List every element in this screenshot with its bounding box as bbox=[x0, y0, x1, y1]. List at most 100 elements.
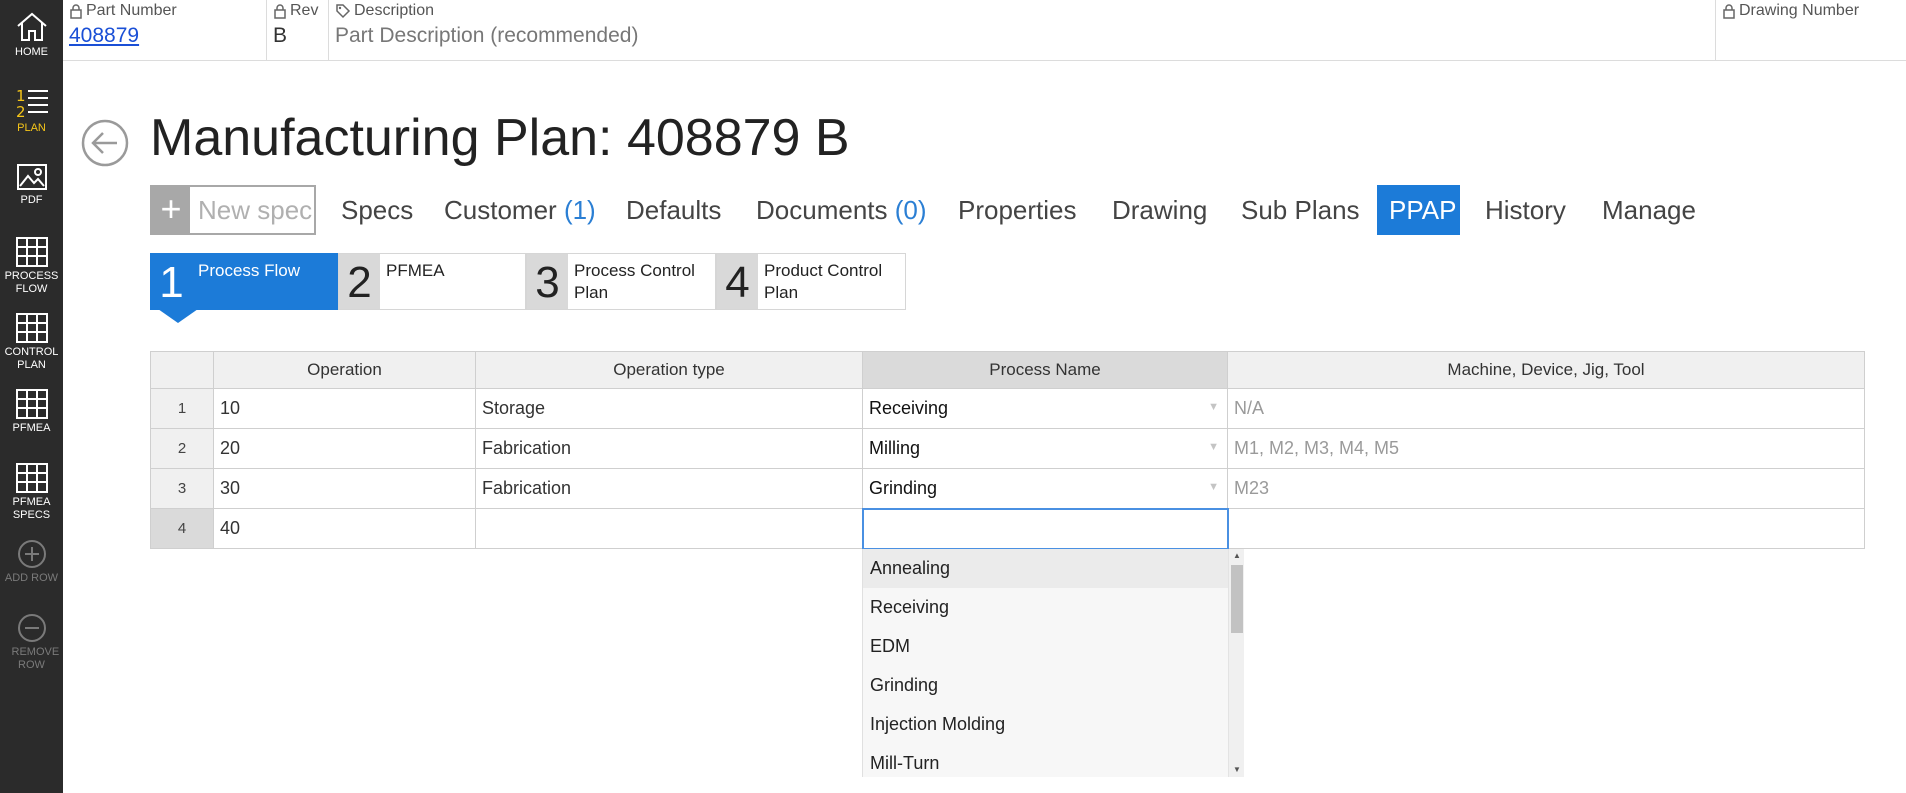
tab-sub-plans[interactable]: Sub Plans bbox=[1229, 185, 1372, 235]
process-name-dropdown: Annealing Receiving EDM Grinding Injecti… bbox=[862, 549, 1244, 777]
step-process-control-plan[interactable]: 3 Process Control Plan bbox=[526, 253, 716, 310]
tab-ppap[interactable]: PPAP bbox=[1377, 185, 1460, 235]
operation-type-cell[interactable]: Fabrication bbox=[475, 428, 863, 469]
dropdown-arrow-icon[interactable]: ▼ bbox=[1208, 401, 1219, 413]
plus-icon[interactable]: + bbox=[152, 187, 190, 233]
sidebar-item-add-row[interactable]: ADD ROW bbox=[0, 538, 63, 585]
grid-icon bbox=[15, 463, 48, 493]
page-title: Manufacturing Plan: 408879 B bbox=[150, 109, 850, 167]
tab-documents[interactable]: Documents (0) bbox=[744, 185, 939, 235]
scrollbar-thumb[interactable] bbox=[1231, 565, 1243, 633]
dropdown-arrow-icon[interactable]: ▼ bbox=[1208, 481, 1219, 493]
dropdown-arrow-icon[interactable]: ▼ bbox=[1208, 441, 1219, 453]
tab-documents-count: (0) bbox=[894, 195, 927, 225]
dropdown-option[interactable]: EDM bbox=[863, 627, 1229, 666]
lock-icon bbox=[1723, 4, 1735, 19]
grid-icon bbox=[15, 237, 48, 267]
machine-cell[interactable]: M23 bbox=[1227, 468, 1865, 509]
process-name-cell[interactable]: Receiving ▼ bbox=[862, 388, 1228, 429]
process-name-cell[interactable]: Grinding ▼ bbox=[862, 468, 1228, 509]
step-label: PFMEA bbox=[386, 261, 445, 280]
dropdown-option[interactable]: Injection Molding bbox=[863, 705, 1229, 744]
tab-specs[interactable]: Specs bbox=[329, 185, 425, 235]
column-header-operation[interactable]: Operation bbox=[213, 351, 476, 389]
sidebar-label-pfmea-specs: PFMEA SPECS bbox=[12, 496, 51, 521]
row-number[interactable]: 2 bbox=[150, 428, 214, 469]
description-input[interactable]: Part Description (recommended) bbox=[335, 24, 1709, 48]
dropdown-scrollbar[interactable]: ▲ ▼ bbox=[1228, 549, 1244, 777]
step-product-control-plan[interactable]: 4 Product Control Plan bbox=[716, 253, 906, 310]
tab-properties[interactable]: Properties bbox=[946, 185, 1089, 235]
back-arrow-icon[interactable] bbox=[81, 119, 129, 167]
operation-cell[interactable]: 30 bbox=[213, 468, 476, 509]
sidebar-label-home: HOME bbox=[15, 46, 48, 58]
sidebar-label-pdf: PDF bbox=[20, 194, 43, 206]
operation-cell[interactable]: 10 bbox=[213, 388, 476, 429]
home-icon bbox=[16, 12, 47, 41]
dropdown-option[interactable]: Receiving bbox=[863, 588, 1229, 627]
operation-type-cell[interactable]: Storage bbox=[475, 388, 863, 429]
lock-icon bbox=[274, 4, 286, 19]
process-name-value: Receiving bbox=[869, 398, 949, 418]
lock-icon bbox=[70, 4, 82, 19]
column-header-machine[interactable]: Machine, Device, Jig, Tool bbox=[1227, 351, 1865, 389]
step-number: 2 bbox=[339, 254, 380, 309]
step-number: 1 bbox=[151, 254, 192, 309]
sidebar-item-home[interactable]: HOME bbox=[0, 10, 63, 59]
row-number[interactable]: 1 bbox=[150, 388, 214, 429]
plus-circle-icon bbox=[17, 540, 46, 568]
dropdown-option[interactable]: Mill-Turn bbox=[863, 744, 1229, 777]
sidebar-item-control-plan[interactable]: CONTROL PLAN bbox=[0, 312, 63, 372]
sidebar-label-control-plan: CONTROL PLAN bbox=[4, 346, 59, 371]
process-name-editor[interactable] bbox=[861, 507, 1229, 550]
sidebar-item-process-flow[interactable]: PROCESS FLOW bbox=[0, 236, 63, 296]
part-number-link[interactable]: 408879 bbox=[69, 24, 260, 48]
scroll-up-icon[interactable]: ▲ bbox=[1229, 549, 1244, 563]
process-name-cell[interactable]: Milling ▼ bbox=[862, 428, 1228, 469]
tab-defaults[interactable]: Defaults bbox=[614, 185, 733, 235]
row-number[interactable]: 3 bbox=[150, 468, 214, 509]
sidebar-label-process-flow: PROCESS FLOW bbox=[4, 270, 59, 295]
row-number-header bbox=[150, 351, 214, 389]
new-spec-input[interactable]: + New spec bbox=[150, 185, 316, 235]
column-header-process-name[interactable]: Process Name bbox=[862, 351, 1228, 389]
scroll-down-icon[interactable]: ▼ bbox=[1229, 763, 1244, 777]
part-number-field: Part Number 408879 bbox=[63, 0, 267, 60]
sidebar-item-pfmea[interactable]: PFMEA bbox=[0, 388, 63, 435]
sidebar-item-pfmea-specs[interactable]: PFMEA SPECS bbox=[0, 462, 63, 522]
tab-history[interactable]: History bbox=[1473, 185, 1578, 235]
operation-cell[interactable]: 20 bbox=[213, 428, 476, 469]
rev-value: B bbox=[273, 24, 288, 47]
part-number-label: Part Number bbox=[86, 2, 177, 19]
machine-cell[interactable] bbox=[1227, 508, 1865, 549]
tab-customer-count: (1) bbox=[563, 195, 596, 225]
operation-type-cell[interactable]: Fabrication bbox=[475, 468, 863, 509]
description-field[interactable]: Description Part Description (recommende… bbox=[329, 0, 1716, 60]
table-row: 4 40 bbox=[150, 507, 1865, 550]
tab-customer-label: Customer bbox=[444, 195, 557, 225]
drawing-number-field[interactable]: Drawing Number bbox=[1716, 0, 1906, 60]
numbered-list-icon: 1 2 bbox=[16, 87, 48, 120]
sidebar-label-plan: PLAN bbox=[17, 122, 46, 134]
step-pfmea[interactable]: 2 PFMEA bbox=[338, 253, 526, 310]
minus-circle-icon bbox=[17, 614, 46, 642]
dropdown-option[interactable]: Grinding bbox=[863, 666, 1229, 705]
row-number[interactable]: 4 bbox=[150, 508, 214, 549]
machine-cell[interactable]: M1, M2, M3, M4, M5 bbox=[1227, 428, 1865, 469]
machine-cell[interactable]: N/A bbox=[1227, 388, 1865, 429]
tab-drawing[interactable]: Drawing bbox=[1100, 185, 1219, 235]
tab-manage[interactable]: Manage bbox=[1590, 185, 1708, 235]
operation-cell[interactable]: 40 bbox=[213, 508, 476, 549]
sidebar-item-pdf[interactable]: PDF bbox=[0, 162, 63, 207]
description-label: Description bbox=[354, 2, 435, 19]
step-process-flow[interactable]: 1 Process Flow bbox=[150, 253, 338, 310]
step-label: Process Flow bbox=[198, 261, 301, 280]
operation-type-cell[interactable] bbox=[475, 508, 863, 549]
sidebar-item-plan[interactable]: 1 2 PLAN bbox=[0, 86, 63, 135]
tag-icon bbox=[336, 4, 351, 19]
column-header-operation-type[interactable]: Operation type bbox=[475, 351, 863, 389]
dropdown-option[interactable]: Annealing bbox=[863, 549, 1229, 588]
sidebar-item-remove-row[interactable]: REMOVE ROW bbox=[0, 612, 63, 672]
process-name-value: Grinding bbox=[869, 477, 938, 498]
tab-customer[interactable]: Customer (1) bbox=[432, 185, 608, 235]
